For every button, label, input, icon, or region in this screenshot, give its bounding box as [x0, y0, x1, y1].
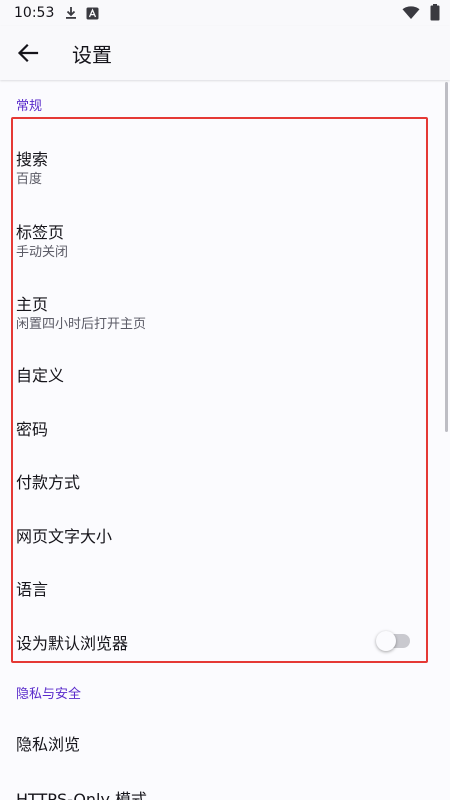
status-left-icons: [64, 6, 99, 20]
default-browser-toggle[interactable]: [376, 631, 414, 651]
pref-homepage[interactable]: 主页 闲置四小时后打开主页: [0, 262, 440, 334]
pref-tabs-title: 标签页: [16, 223, 65, 242]
pref-default-browser-title: 设为默认浏览器: [16, 634, 129, 653]
settings-list[interactable]: 常规 搜索 百度 标签页 手动关闭 主页 闲置四小时后打开主页 自定义 密码 付…: [0, 80, 450, 800]
pref-text-size[interactable]: 网页文字大小: [0, 507, 440, 561]
pref-tabs-summary: 手动关闭: [16, 245, 69, 260]
toggle-thumb: [376, 631, 396, 651]
arrow-back-icon: [17, 43, 39, 63]
pref-search[interactable]: 搜索 百度: [0, 120, 440, 190]
status-right-icons: [402, 4, 440, 21]
pref-customize[interactable]: 自定义: [0, 346, 440, 400]
battery-icon: [430, 4, 440, 21]
pref-private-browsing-title: 隐私浏览: [16, 735, 81, 754]
pref-text-size-title: 网页文字大小: [16, 527, 113, 546]
pref-tabs[interactable]: 标签页 手动关闭: [0, 190, 440, 262]
pref-language-title: 语言: [16, 580, 49, 599]
pref-passwords-title: 密码: [16, 420, 49, 439]
pref-customize-title: 自定义: [16, 366, 65, 385]
pref-homepage-title: 主页: [16, 295, 49, 314]
app-bar: 设置: [0, 26, 450, 80]
settings-screen: 10:53 设置 常规 搜索 百度 标签页 手动关闭 主页 闲置四小时后打开主页…: [0, 0, 450, 800]
wifi-icon: [402, 5, 420, 19]
pref-passwords[interactable]: 密码: [0, 400, 440, 454]
pref-https-only[interactable]: HTTPS-Only 模式: [0, 768, 440, 800]
pref-https-only-title: HTTPS-Only 模式: [16, 790, 148, 800]
pref-payment-methods[interactable]: 付款方式: [0, 453, 440, 507]
pref-homepage-summary: 闲置四小时后打开主页: [16, 317, 147, 332]
pref-search-title: 搜索: [16, 150, 49, 169]
pref-private-browsing[interactable]: 隐私浏览: [0, 714, 440, 768]
pref-default-browser[interactable]: 设为默认浏览器: [0, 614, 440, 668]
notification-a-icon: [86, 7, 99, 19]
status-bar: 10:53: [0, 0, 450, 26]
section-header-privacy: 隐私与安全: [16, 687, 82, 702]
back-button[interactable]: [8, 33, 48, 73]
status-time: 10:53: [14, 5, 55, 21]
scrollbar[interactable]: [445, 82, 448, 432]
page-title: 设置: [72, 42, 112, 67]
pref-search-summary: 百度: [16, 172, 43, 187]
section-header-general: 常规: [16, 99, 43, 114]
download-icon: [66, 7, 77, 19]
pref-payment-methods-title: 付款方式: [16, 473, 81, 492]
pref-language[interactable]: 语言: [0, 560, 440, 614]
